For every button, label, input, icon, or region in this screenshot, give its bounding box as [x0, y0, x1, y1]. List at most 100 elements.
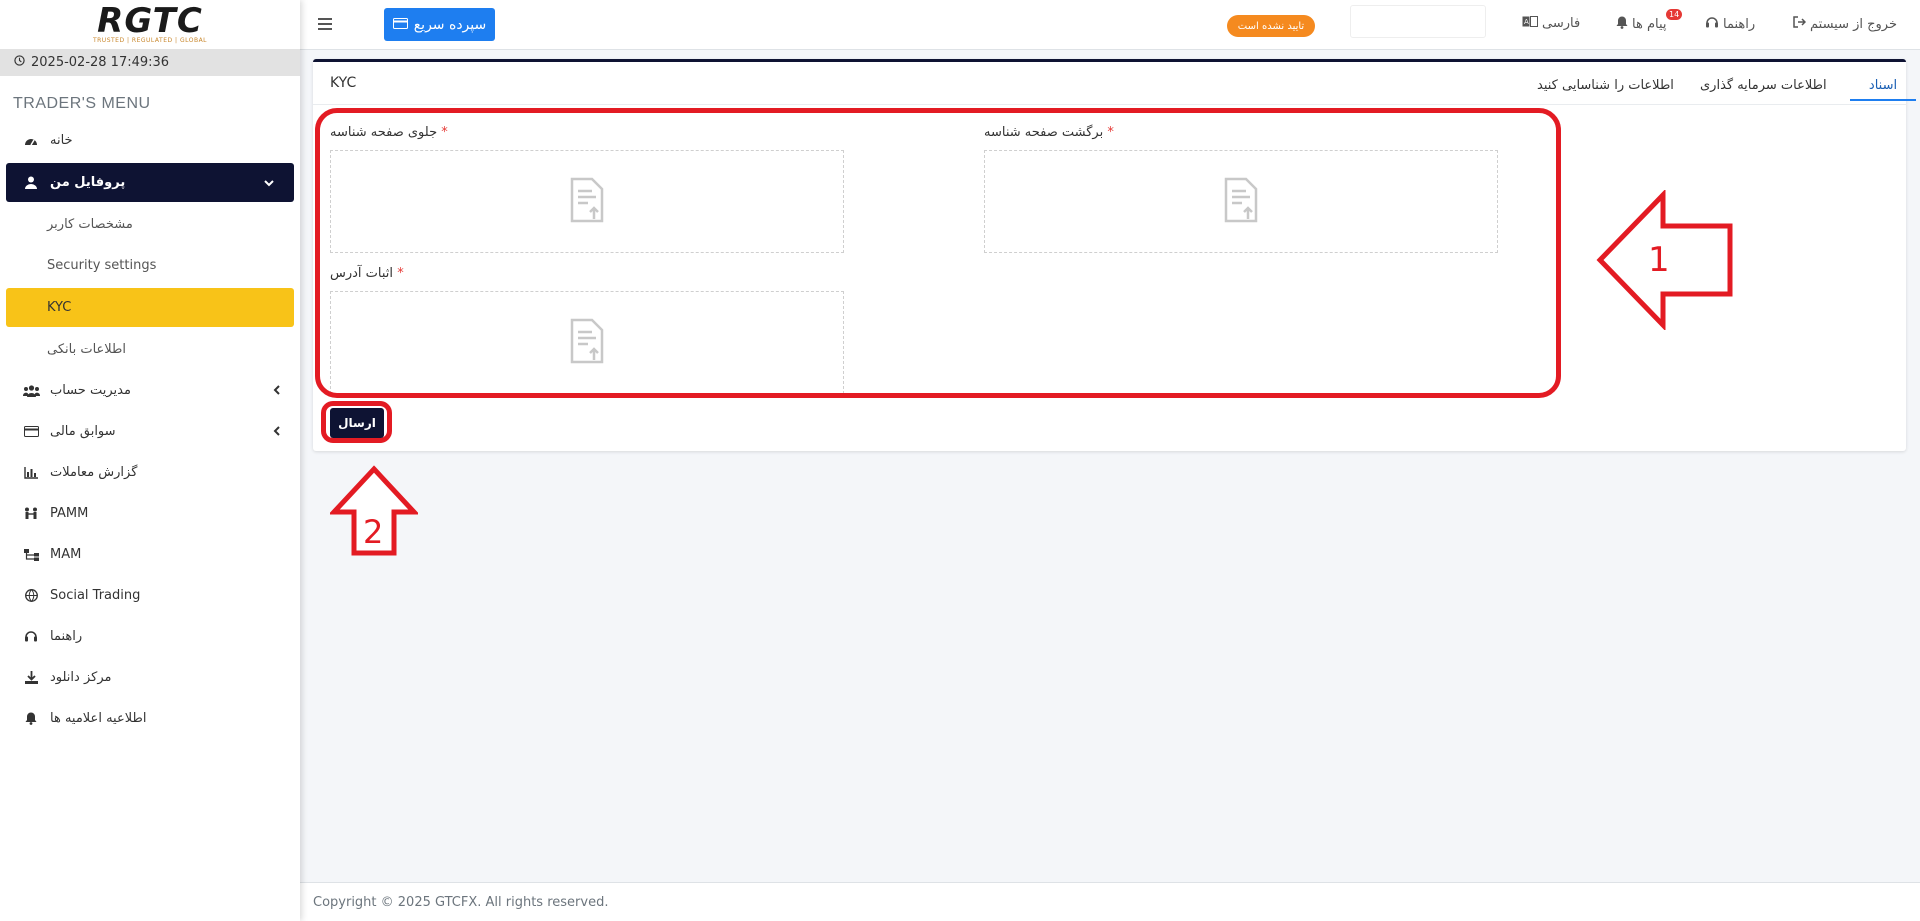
address-proof-upload-dropzone[interactable] — [330, 291, 844, 394]
sidebar-item-guide[interactable]: راهنما — [0, 616, 300, 657]
required-mark: * — [397, 266, 404, 281]
users-icon — [22, 384, 40, 397]
datetime-text: 2025-02-28 17:49:36 — [31, 55, 170, 70]
bell-icon — [1616, 16, 1628, 33]
footer: Copyright © 2025 GTCFX. All rights reser… — [300, 882, 1920, 921]
svg-text:A: A — [1524, 18, 1529, 26]
sidebar-item-social-trading[interactable]: Social Trading — [0, 575, 300, 616]
sidebar-item-label: سوابق مالی — [50, 424, 116, 439]
pamm-icon — [22, 507, 40, 520]
headset-icon — [1705, 16, 1719, 33]
sidebar-item-mam[interactable]: MAM — [0, 534, 300, 575]
copyright-text: Copyright © 2025 GTCFX. All rights reser… — [313, 894, 609, 910]
language-icon: A — [1522, 16, 1538, 31]
sidebar-subitem-kyc[interactable]: KYC — [6, 288, 294, 327]
guide-link[interactable]: راهنما — [1705, 16, 1755, 33]
annotation-label-2: 2 — [363, 513, 383, 551]
sidebar-subitem-label: اطلاعات بانکی — [47, 342, 127, 357]
chevron-down-icon — [264, 176, 274, 190]
file-upload-icon — [1221, 177, 1261, 227]
headset-icon — [22, 630, 40, 643]
front-id-upload-dropzone[interactable] — [330, 150, 844, 253]
sidebar-item-label: PAMM — [50, 506, 89, 521]
sidebar-item-home[interactable]: خانه — [0, 120, 300, 161]
chevron-left-icon — [273, 425, 280, 439]
sitemap-icon — [22, 548, 40, 561]
card-divider — [313, 104, 1906, 105]
address-proof-label-text: اثبات آدرس — [330, 266, 394, 281]
file-upload-icon — [567, 318, 607, 368]
language-label: فارسی — [1542, 16, 1581, 31]
sign-out-icon — [1793, 16, 1807, 32]
credit-card-icon — [392, 17, 408, 33]
dashboard-icon — [22, 135, 40, 147]
sidebar-subitem-label: مشخصات کاربر — [47, 217, 133, 232]
guide-label: راهنما — [1723, 17, 1756, 32]
sidebar-item-label: MAM — [50, 547, 82, 562]
messages-label: پیام ها — [1632, 17, 1667, 32]
sidebar-item-profile[interactable]: پروفایل من — [6, 163, 294, 202]
logout-link[interactable]: خروج از سیستم — [1793, 16, 1897, 32]
file-upload-icon — [567, 177, 607, 227]
sidebar-subitem-bank-info[interactable]: اطلاعات بانکی — [0, 329, 300, 370]
download-icon — [22, 671, 40, 684]
sidebar-item-financial-history[interactable]: سوابق مالی — [0, 411, 300, 452]
front-id-label-text: جلوی صفحه شناسه — [330, 125, 438, 140]
menu-title: TRADER'S MENU — [13, 95, 151, 112]
logout-label: خروج از سیستم — [1810, 16, 1898, 32]
address-proof-label: اثبات آدرس * — [330, 266, 404, 281]
user-icon — [22, 176, 40, 189]
sidebar-item-account-management[interactable]: مدیریت حساب — [0, 370, 300, 411]
submit-button[interactable]: ارسال — [330, 408, 384, 438]
sidebar-item-trade-report[interactable]: گزارش معاملات — [0, 452, 300, 493]
sidebar-item-label: خانه — [50, 133, 73, 148]
top-header: سپرده سریع تایید نشده است A فارسی پیام ه… — [300, 0, 1920, 50]
back-id-label: برگشت صفحه شناسه * — [984, 125, 1114, 140]
annotation-arrow-left: 1 — [1596, 190, 1733, 330]
sidebar-subitem-user-details[interactable]: مشخصات کاربر — [0, 204, 300, 245]
sidebar-item-label: Social Trading — [50, 588, 141, 603]
messages-count-badge: 14 — [1666, 9, 1683, 20]
quick-deposit-label: سپرده سریع — [413, 16, 487, 33]
chevron-left-icon — [273, 384, 280, 398]
credit-card-icon — [22, 426, 40, 437]
clock-icon — [14, 55, 25, 70]
tab-investment-info[interactable]: اطلاعات سرمایه گذاری — [1700, 78, 1827, 99]
quick-deposit-button[interactable]: سپرده سریع — [384, 8, 495, 41]
back-id-label-text: برگشت صفحه شناسه — [984, 125, 1104, 140]
annotation-arrow-up: 2 — [330, 465, 418, 556]
sidebar-item-label: مدیریت حساب — [50, 383, 131, 398]
server-datetime: 2025-02-28 17:49:36 — [0, 49, 300, 76]
sidebar-item-label: گزارش معاملات — [50, 465, 138, 480]
back-id-upload-dropzone[interactable] — [984, 150, 1498, 253]
chart-icon — [22, 466, 40, 479]
hamburger-menu-icon[interactable] — [318, 15, 332, 34]
tab-identify-info[interactable]: اطلاعات را شناسایی کنید — [1537, 78, 1674, 99]
brand-logo[interactable]: RGTC TRUSTED | REGULATED | GLOBAL — [0, 0, 300, 49]
front-id-label: جلوی صفحه شناسه * — [330, 125, 448, 140]
sidebar-subitem-security[interactable]: Security settings — [0, 245, 300, 286]
sidebar: RGTC TRUSTED | REGULATED | GLOBAL 2025-0… — [0, 0, 300, 921]
sidebar-item-label: پروفایل من — [50, 175, 126, 190]
logo-text: RGTC — [97, 0, 203, 41]
header-blank-field[interactable] — [1350, 5, 1486, 38]
card-title: KYC — [330, 75, 357, 91]
unverified-status-badge: تایید نشده است — [1227, 15, 1315, 37]
messages-link[interactable]: پیام ها — [1616, 16, 1667, 33]
required-mark: * — [441, 125, 448, 140]
tab-documents[interactable]: اسناد — [1850, 78, 1916, 101]
globe-icon — [22, 589, 40, 602]
bell-icon — [22, 712, 40, 725]
sidebar-subitem-label: Security settings — [47, 258, 157, 273]
logo-tagline: TRUSTED | REGULATED | GLOBAL — [92, 36, 208, 44]
required-mark: * — [1107, 125, 1114, 140]
sidebar-item-label: راهنما — [50, 629, 83, 644]
sidebar-item-download-center[interactable]: مرکز دانلود — [0, 657, 300, 698]
sidebar-item-label: مرکز دانلود — [50, 670, 112, 685]
annotation-label-1: 1 — [1648, 240, 1670, 280]
sidebar-item-announcements[interactable]: اطلاعیه اعلامیه ها — [0, 698, 300, 739]
sidebar-subitem-label: KYC — [47, 300, 72, 315]
language-selector[interactable]: A فارسی — [1522, 16, 1580, 31]
sidebar-item-pamm[interactable]: PAMM — [0, 493, 300, 534]
sidebar-item-label: اطلاعیه اعلامیه ها — [50, 711, 147, 726]
